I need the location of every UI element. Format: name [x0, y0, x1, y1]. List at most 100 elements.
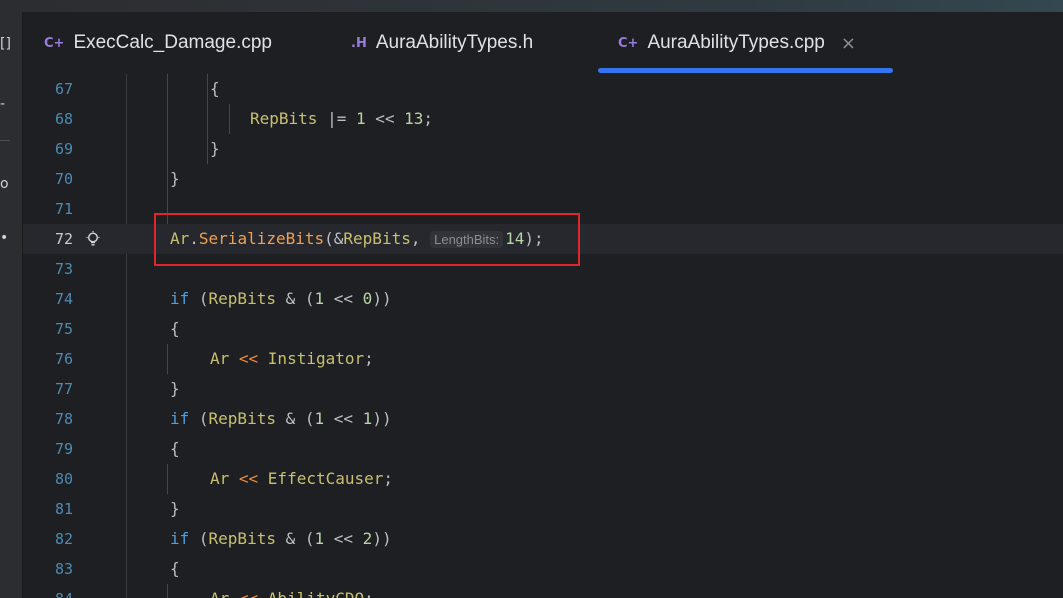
code-text: {	[170, 559, 180, 578]
code-line: 79 {	[23, 434, 1063, 464]
tool-window-icon[interactable]: o	[0, 176, 10, 192]
token-keyword: if	[170, 409, 190, 428]
active-tab-indicator	[598, 68, 893, 73]
code-editor[interactable]: 67 { 68 RepBits |= 1 << 13; 69 } 70 } 71…	[23, 74, 1063, 598]
code-line: 68 RepBits |= 1 << 13;	[23, 104, 1063, 134]
line-number: 77	[54, 380, 73, 398]
ide-window: [] - o • C+ ExecCalc_Damage.cpp .H AuraA…	[0, 0, 1063, 598]
token-number: 1	[314, 289, 325, 308]
code-line: 81 }	[23, 494, 1063, 524]
token-punct: ))	[372, 289, 392, 308]
token-operator: & (	[275, 529, 315, 548]
token-punct: (	[189, 409, 209, 428]
tab-execcalc-damage-cpp[interactable]: C+ ExecCalc_Damage.cpp	[44, 12, 272, 74]
line-number: 72	[54, 230, 73, 248]
code-line: 84 Ar << AbilityCDO;	[23, 584, 1063, 598]
token-operator: <<	[365, 109, 405, 128]
code-text: }	[170, 499, 180, 518]
token-number: 0	[362, 289, 373, 308]
token-operator: & (	[275, 409, 315, 428]
code-text: }	[170, 379, 180, 398]
code-line: 78 if (RepBits & (1 << 1))	[23, 404, 1063, 434]
line-number: 83	[54, 560, 73, 578]
minus-icon[interactable]: -	[0, 96, 10, 112]
code-text: if (RepBits & (1 << 2))	[170, 524, 392, 554]
code-line: 76 Ar << Instigator;	[23, 344, 1063, 374]
token-operator: |=	[317, 109, 356, 128]
close-icon[interactable]: ×	[841, 33, 856, 54]
code-line: 77 }	[23, 374, 1063, 404]
project-panel-icon[interactable]: []	[0, 36, 10, 52]
tab-auraabilitytypes-h[interactable]: .H AuraAbilityTypes.h	[351, 12, 533, 74]
token-punct: ;	[364, 349, 374, 368]
code-text: {	[210, 79, 220, 98]
cpp-file-icon: C+	[44, 35, 65, 51]
line-number: 74	[54, 290, 73, 308]
token-punct: ;	[423, 109, 434, 128]
token-punct: ))	[372, 529, 392, 548]
code-text: Ar << AbilityCDO;	[210, 584, 374, 598]
line-number: 84	[23, 584, 73, 598]
token-keyword: if	[170, 289, 190, 308]
token-number: 1	[362, 409, 373, 428]
token-number: 2	[362, 529, 373, 548]
dot-icon[interactable]: •	[0, 230, 10, 246]
token-number: 1	[314, 409, 325, 428]
tab-auraabilitytypes-cpp[interactable]: C+ AuraAbilityTypes.cpp ×	[618, 12, 856, 74]
line-number: 76	[54, 350, 73, 368]
token-number: 1	[314, 529, 325, 548]
token-field: EffectCauser	[267, 469, 384, 488]
line-number: 73	[54, 260, 73, 278]
token-operator: <<	[229, 469, 268, 488]
token-field: RepBits	[208, 529, 276, 548]
code-text: if (RepBits & (1 << 0))	[170, 284, 392, 314]
code-line: 83 {	[23, 554, 1063, 584]
token-field: AbilityCDO	[268, 589, 364, 598]
line-number: 70	[54, 170, 73, 188]
code-text: {	[170, 439, 180, 458]
code-line: 82 if (RepBits & (1 << 2))	[23, 524, 1063, 554]
line-number: 80	[54, 470, 73, 488]
code-line: 80 Ar << EffectCauser;	[23, 464, 1063, 494]
lightbulb-icon[interactable]	[85, 231, 101, 247]
code-text: }	[210, 139, 220, 158]
code-line: 67 {	[23, 74, 1063, 104]
token-field: RepBits	[208, 409, 276, 428]
token-keyword: if	[170, 529, 190, 548]
line-number: 81	[54, 500, 73, 518]
token-operator: <<	[229, 589, 268, 598]
toolbar-divider	[0, 140, 10, 141]
code-line: 74 if (RepBits & (1 << 0))	[23, 284, 1063, 314]
token-operator: <<	[229, 349, 268, 368]
line-number: 78	[54, 410, 73, 428]
line-number: 68	[54, 110, 73, 128]
token-operator: & (	[275, 289, 315, 308]
token-punct: (	[189, 289, 209, 308]
token-punct: ;	[364, 589, 374, 598]
line-number: 82	[54, 530, 73, 548]
title-bar	[0, 0, 1063, 12]
highlight-annotation-box	[154, 213, 580, 266]
tab-label: ExecCalc_Damage.cpp	[73, 32, 272, 53]
code-text: if (RepBits & (1 << 1))	[170, 404, 392, 434]
token-variable: Ar	[210, 469, 230, 488]
token-operator: <<	[324, 289, 363, 308]
token-punct: ))	[372, 409, 392, 428]
code-line: 70 }	[23, 164, 1063, 194]
code-line: 75 {	[23, 314, 1063, 344]
line-number: 79	[54, 440, 73, 458]
token-field: RepBits	[208, 289, 276, 308]
token-punct: ;	[383, 469, 394, 488]
tab-label: AuraAbilityTypes.h	[375, 32, 534, 53]
code-text: }	[170, 169, 180, 188]
token-field: RepBits	[250, 109, 318, 128]
editor-tab-bar: C+ ExecCalc_Damage.cpp .H AuraAbilityTyp…	[23, 12, 1063, 75]
tab-label: AuraAbilityTypes.cpp	[647, 32, 825, 53]
code-text: RepBits |= 1 << 13;	[250, 104, 433, 134]
token-punct: (	[189, 529, 209, 548]
header-file-icon: .H	[351, 35, 367, 51]
token-operator: <<	[324, 409, 363, 428]
cpp-file-icon: C+	[618, 35, 639, 51]
left-tool-strip: [] - o •	[0, 12, 23, 598]
token-number: 1	[355, 109, 366, 128]
